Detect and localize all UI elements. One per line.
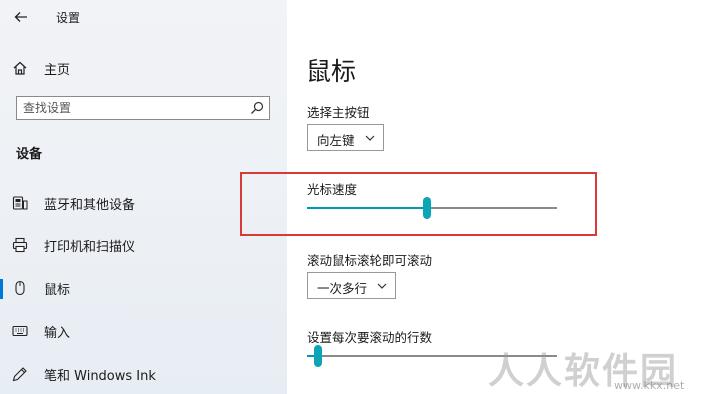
keyboard-icon	[12, 325, 28, 337]
dropdown-value: 一次多行	[317, 281, 368, 296]
sidebar-item-mouse[interactable]: 鼠标	[0, 271, 287, 305]
search-icon[interactable]	[250, 101, 264, 115]
sidebar-item-home[interactable]: 主页	[0, 51, 287, 85]
pen-icon	[12, 367, 27, 382]
primary-button-label: 选择主按钮	[307, 105, 370, 120]
sidebar-item-label: 输入	[44, 326, 71, 341]
scroll-mode-label: 滚动鼠标滚轮即可滚动	[307, 253, 433, 268]
sidebar-item-label: 打印机和扫描仪	[44, 240, 136, 255]
sidebar-item-label: 笔和 Windows Ink	[44, 369, 156, 384]
slider-thumb[interactable]	[314, 345, 322, 367]
watermark: 人人软件园 www.kkx.net	[480, 344, 703, 394]
mouse-icon	[15, 280, 25, 296]
section-header: 设备	[16, 147, 43, 162]
chevron-down-icon	[377, 283, 387, 289]
back-button[interactable]	[10, 6, 32, 28]
arrow-left-icon	[14, 12, 27, 22]
sidebar-item-label: 蓝牙和其他设备	[44, 198, 136, 213]
page-title: 鼠标	[306, 57, 357, 86]
title-bar: 设置	[0, 0, 287, 36]
sidebar-item-label: 主页	[44, 63, 71, 78]
primary-button-dropdown[interactable]: 向左键	[307, 124, 384, 151]
scroll-lines-label: 设置每次要滚动的行数	[307, 330, 433, 345]
highlight-annotation	[240, 172, 597, 236]
sidebar-item-pen[interactable]: 笔和 Windows Ink	[0, 357, 287, 391]
watermark-url: www.kkx.net	[614, 379, 685, 392]
scroll-mode-dropdown[interactable]: 一次多行	[307, 272, 396, 299]
bluetooth-devices-icon	[12, 196, 28, 210]
window-title: 设置	[56, 11, 81, 25]
sidebar-item-typing[interactable]: 输入	[0, 314, 287, 348]
dropdown-value: 向左键	[317, 133, 355, 148]
home-icon	[13, 61, 27, 75]
search-box[interactable]	[16, 96, 270, 120]
search-input[interactable]	[23, 99, 233, 117]
printer-icon	[12, 237, 28, 253]
chevron-down-icon	[365, 135, 375, 141]
sidebar-item-label: 鼠标	[44, 283, 71, 298]
